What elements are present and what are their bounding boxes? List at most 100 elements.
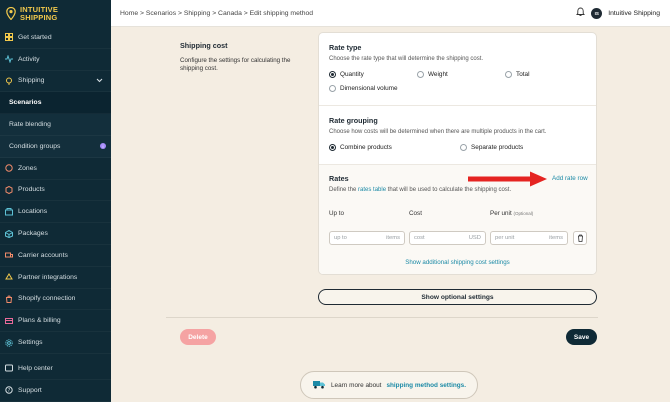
rate-type-title: Rate type xyxy=(329,43,362,52)
sidebar-item-label: Plans & billing xyxy=(18,317,61,325)
radio-checked-icon xyxy=(329,144,336,151)
delete-button[interactable]: Delete xyxy=(180,329,216,345)
section-title: Shipping cost xyxy=(180,41,228,50)
up-to-input[interactable]: up to items xyxy=(329,231,405,245)
sidebar-item-plans-billing[interactable]: Plans & billing xyxy=(0,310,111,333)
activity-icon xyxy=(5,55,13,64)
radio-checked-icon xyxy=(329,71,336,78)
column-per-unit-label: Per unit xyxy=(490,210,512,217)
radio-combine-products[interactable]: Combine products xyxy=(329,144,392,151)
sidebar-item-label: Get started xyxy=(18,33,52,41)
sidebar-item-label: Partner integrations xyxy=(18,273,78,281)
sidebar-item-shopify-connection[interactable]: Shopify connection xyxy=(0,289,111,311)
sidebar-item-locations[interactable]: Locations xyxy=(0,201,111,224)
per-unit-input[interactable]: per unit items xyxy=(490,231,568,245)
shipping-cost-card: Rate type Choose the rate type that will… xyxy=(318,32,597,275)
radio-label: Combine products xyxy=(340,144,392,151)
radio-label: Total xyxy=(516,71,530,78)
shopify-icon xyxy=(5,295,13,303)
learn-more-banner[interactable]: Learn more about shipping method settings… xyxy=(300,371,478,399)
carrier-icon xyxy=(5,251,13,259)
sidebar-bottom: Help center ? Support xyxy=(0,358,111,402)
sidebar-item-products[interactable]: Products xyxy=(0,180,111,202)
radio-dimensional-volume[interactable]: Dimensional volume xyxy=(329,85,398,92)
brand-logo[interactable]: INTUITIVE SHIPPING xyxy=(0,0,111,27)
top-bar: Home > Scenarios > Shipping > Canada > E… xyxy=(111,0,670,27)
support-icon: ? xyxy=(5,386,13,394)
sidebar-item-settings[interactable]: Settings xyxy=(0,332,111,354)
column-cost: Cost xyxy=(409,210,422,217)
input-placeholder: up to xyxy=(334,235,347,241)
sidebar-item-label: Shopify connection xyxy=(18,295,76,303)
radio-label: Weight xyxy=(428,71,448,78)
avatar[interactable]: IS xyxy=(591,7,603,19)
radio-unchecked-icon xyxy=(417,71,424,78)
radio-weight[interactable]: Weight xyxy=(417,71,448,78)
svg-text:?: ? xyxy=(8,388,11,394)
billing-icon xyxy=(5,317,13,325)
info-badge-icon: i xyxy=(100,143,106,150)
input-unit: items xyxy=(386,235,400,241)
radio-unchecked-icon xyxy=(505,71,512,78)
divider xyxy=(319,105,596,106)
shipping-icon xyxy=(5,77,13,85)
cost-input[interactable]: cost USD xyxy=(409,231,486,245)
column-up-to: Up to xyxy=(329,210,345,217)
sidebar-item-label: Support xyxy=(18,386,42,394)
sidebar-item-label: Locations xyxy=(18,208,48,216)
trash-icon xyxy=(577,234,583,242)
sidebar-item-partner-integrations[interactable]: Partner integrations xyxy=(0,267,111,289)
input-placeholder: per unit xyxy=(495,235,515,241)
bell-icon[interactable] xyxy=(576,7,586,19)
section-description: Configure the settings for calculating t… xyxy=(180,57,291,73)
shipping-method-settings-link[interactable]: shipping method settings. xyxy=(386,382,466,389)
sidebar-item-rate-blending[interactable]: Rate blending xyxy=(0,114,111,136)
sidebar-item-condition-groups[interactable]: Condition groups i xyxy=(0,135,111,158)
dashboard-icon xyxy=(5,33,13,42)
sidebar-item-label: Scenarios xyxy=(9,99,42,107)
brand-line-2: SHIPPING xyxy=(20,12,58,22)
add-rate-row-button[interactable]: Add rate row xyxy=(552,175,588,182)
save-button[interactable]: Save xyxy=(566,329,597,345)
sidebar-item-support[interactable]: ? Support xyxy=(0,380,111,402)
rate-grouping-description: Choose how costs will be determined when… xyxy=(329,129,547,135)
sidebar-item-carrier-accounts[interactable]: Carrier accounts xyxy=(0,245,111,267)
sidebar-item-label: Activity xyxy=(18,55,40,63)
radio-unchecked-icon xyxy=(460,144,467,151)
rate-type-section: Rate type Choose the rate type that will… xyxy=(319,43,596,62)
delete-row-button[interactable] xyxy=(573,231,587,245)
packages-icon xyxy=(5,229,13,238)
sidebar-item-scenarios[interactable]: Scenarios xyxy=(0,92,111,115)
input-unit: items xyxy=(549,235,563,241)
account-name[interactable]: Intuitive Shipping xyxy=(608,10,660,17)
rate-grouping-section: Rate grouping Choose how costs will be d… xyxy=(319,116,596,135)
radio-quantity[interactable]: Quantity xyxy=(329,71,364,78)
rates-table-link[interactable]: rates table xyxy=(358,187,386,193)
sidebar: INTUITIVE SHIPPING Get started Activity … xyxy=(0,0,111,402)
sidebar-item-label: Shipping xyxy=(18,77,45,85)
sidebar-item-help-center[interactable]: Help center xyxy=(0,358,111,380)
radio-label: Separate products xyxy=(471,144,524,151)
sidebar-nav: Get started Activity Shipping Scenarios … xyxy=(0,27,111,354)
learn-more-text: Learn more about xyxy=(331,381,382,389)
sidebar-item-zones[interactable]: Zones xyxy=(0,158,111,180)
sidebar-item-label: Rate blending xyxy=(9,121,51,129)
sidebar-item-activity[interactable]: Activity xyxy=(0,49,111,71)
rates-desc-prefix: Define the xyxy=(329,187,357,193)
annotation-arrow-icon xyxy=(468,171,547,187)
partner-icon xyxy=(5,273,13,281)
show-optional-settings-button[interactable]: Show optional settings xyxy=(318,289,597,305)
locations-icon xyxy=(5,207,13,216)
sidebar-item-get-started[interactable]: Get started xyxy=(0,27,111,49)
optional-hint: (Optional) xyxy=(513,211,534,216)
chevron-down-icon[interactable] xyxy=(96,78,103,85)
sidebar-item-packages[interactable]: Packages xyxy=(0,223,111,245)
sidebar-item-shipping[interactable]: Shipping xyxy=(0,71,111,93)
rate-type-description: Choose the rate type that will determine… xyxy=(329,56,484,62)
show-additional-settings-link[interactable]: Show additional shipping cost settings xyxy=(319,259,596,266)
breadcrumb[interactable]: Home > Scenarios > Shipping > Canada > E… xyxy=(111,10,313,17)
radio-total[interactable]: Total xyxy=(505,71,530,78)
radio-separate-products[interactable]: Separate products xyxy=(460,144,523,151)
sidebar-item-label: Settings xyxy=(18,339,43,347)
divider xyxy=(319,164,596,165)
